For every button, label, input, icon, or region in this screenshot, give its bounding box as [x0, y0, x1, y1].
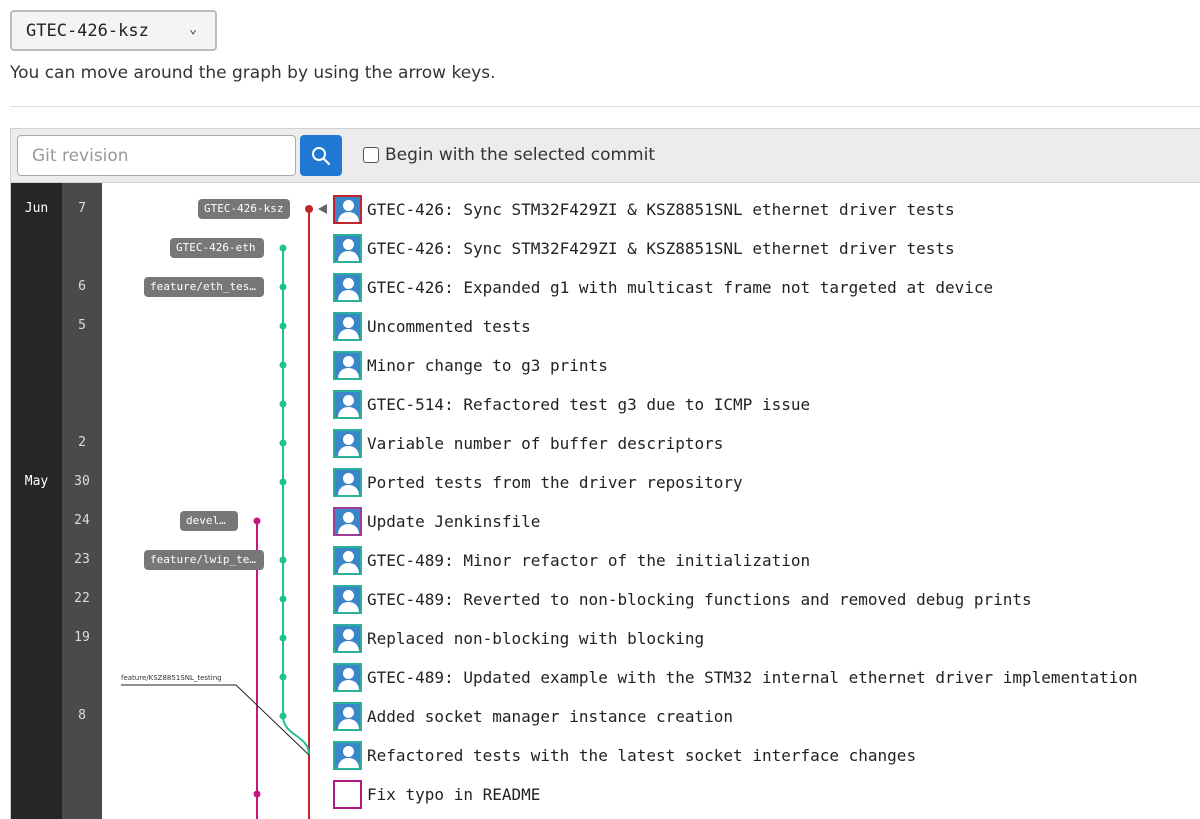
- commit-message: Fix typo in README: [367, 784, 541, 804]
- avatar: [333, 389, 362, 419]
- commit-message: Minor change to g3 prints: [367, 355, 608, 375]
- ref-tag[interactable]: GTEC-426-ksz: [198, 199, 290, 219]
- commit-message: Added socket manager instance creation: [367, 706, 734, 726]
- commit-message: Uncommented tests: [367, 316, 531, 336]
- avatar: [333, 779, 362, 809]
- commit-dot: [279, 556, 287, 564]
- commit-row[interactable]: GTEC-514: Refactored test g3 due to ICMP…: [333, 389, 810, 419]
- commit-dot: [305, 205, 313, 213]
- ref-tag[interactable]: GTEC-426-eth: [170, 238, 264, 258]
- commit-row[interactable]: Refactored tests with the latest socket …: [333, 740, 916, 770]
- commit-row[interactable]: Minor change to g3 prints: [333, 350, 608, 380]
- commit-row[interactable]: Ported tests from the driver repository: [333, 467, 743, 497]
- avatar: [333, 428, 362, 458]
- commit-row[interactable]: Added socket manager instance creation: [333, 701, 733, 731]
- commit-message: GTEC-426: Sync STM32F429ZI & KSZ8851SNL …: [367, 199, 955, 219]
- commit-dot: [279, 478, 287, 486]
- ref-tag[interactable]: feature/lwip_te…: [144, 550, 264, 570]
- avatar: [333, 233, 362, 263]
- avatar: [333, 584, 362, 614]
- commit-message: Refactored tests with the latest socket …: [367, 745, 917, 765]
- commit-dot: [279, 439, 287, 447]
- commit-row[interactable]: Variable number of buffer descriptors: [333, 428, 723, 458]
- commit-row[interactable]: GTEC-489: Updated example with the STM32…: [333, 662, 1138, 692]
- branch-merge-green: [282, 715, 310, 756]
- commit-dot: [279, 712, 287, 720]
- ref-tag[interactable]: feature/eth_tes…: [144, 277, 264, 297]
- commit-message: GTEC-426: Expanded g1 with multicast fra…: [367, 277, 994, 297]
- avatar: [333, 311, 362, 341]
- commit-message: Ported tests from the driver repository: [367, 472, 743, 492]
- commit-dot: [279, 595, 287, 603]
- head-pointer-icon: [318, 204, 327, 214]
- small-ref-connector: [121, 684, 310, 756]
- avatar: [333, 506, 362, 536]
- commit-row[interactable]: Uncommented tests: [333, 311, 531, 341]
- commit-row[interactable]: GTEC-426: Sync STM32F429ZI & KSZ8851SNL …: [333, 194, 955, 224]
- commit-dot: [279, 322, 287, 330]
- commit-row[interactable]: GTEC-426: Sync STM32F429ZI & KSZ8851SNL …: [333, 233, 955, 263]
- ref-tag[interactable]: develop: [180, 511, 238, 531]
- commit-dot: [279, 673, 287, 681]
- avatar: [333, 545, 362, 575]
- commit-message: Replaced non-blocking with blocking: [367, 628, 705, 648]
- commit-message: GTEC-489: Minor refactor of the initiali…: [367, 550, 811, 570]
- commit-message: GTEC-426: Sync STM32F429ZI & KSZ8851SNL …: [367, 238, 955, 258]
- commit-dot: [279, 361, 287, 369]
- commit-row[interactable]: GTEC-489: Reverted to non-blocking funct…: [333, 584, 1032, 614]
- commit-message: GTEC-489: Reverted to non-blocking funct…: [367, 589, 1032, 609]
- commit-message: GTEC-489: Updated example with the STM32…: [367, 667, 1138, 687]
- commit-message: Variable number of buffer descriptors: [367, 433, 724, 453]
- commit-row[interactable]: GTEC-489: Minor refactor of the initiali…: [333, 545, 810, 575]
- avatar: [333, 740, 362, 770]
- commit-row[interactable]: GTEC-426: Expanded g1 with multicast fra…: [333, 272, 993, 302]
- commit-dot: [279, 244, 287, 252]
- commit-message: Update Jenkinsfile: [367, 511, 541, 531]
- avatar: [333, 467, 362, 497]
- avatar: [333, 623, 362, 653]
- avatar: [333, 194, 362, 224]
- avatar: [333, 662, 362, 692]
- avatar: [333, 350, 362, 380]
- commit-message: GTEC-514: Refactored test g3 due to ICMP…: [367, 394, 811, 414]
- commit-dot: [279, 283, 287, 291]
- avatar: [333, 272, 362, 302]
- avatar: [333, 701, 362, 731]
- commit-dot: [253, 517, 261, 525]
- commit-row[interactable]: Update Jenkinsfile: [333, 506, 540, 536]
- commit-row[interactable]: Fix typo in README: [333, 779, 540, 809]
- commit-dot: [253, 790, 261, 798]
- small-ref-label[interactable]: feature/KSZ8851SNL_testing: [121, 674, 222, 682]
- commit-dot: [279, 400, 287, 408]
- commit-row[interactable]: Replaced non-blocking with blocking: [333, 623, 704, 653]
- commit-dot: [279, 634, 287, 642]
